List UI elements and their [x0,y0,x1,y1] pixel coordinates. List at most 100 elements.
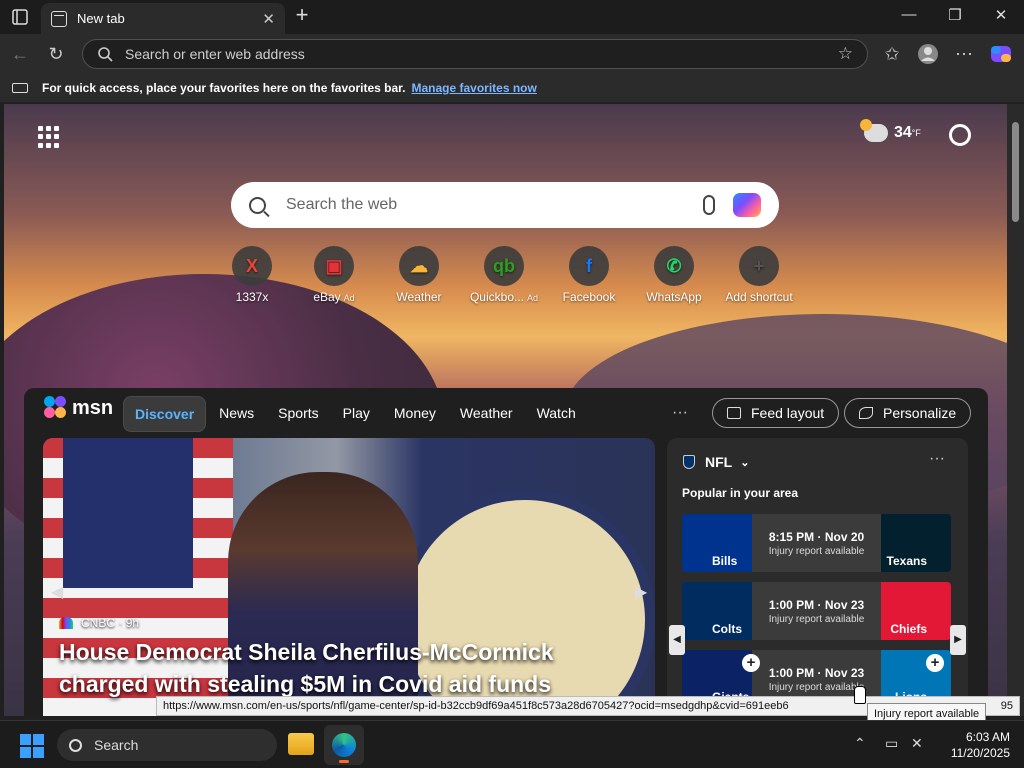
minimize-icon[interactable]: — [895,6,923,28]
shortcut-label: 1337x [235,290,269,304]
network-icon[interactable]: ▭ [885,735,898,752]
msn-logo[interactable]: msn [44,396,113,420]
tab-news[interactable]: News [208,396,265,432]
ad-badge: Ad [343,293,355,303]
favorites-bar-icon [12,83,28,93]
close-tab-icon[interactable]: ✕ [262,10,275,28]
whatsapp-icon: ✆ [654,246,694,286]
games-prev-icon[interactable]: ◀ [669,625,685,655]
msn-butterfly-icon [44,396,68,420]
favorites-icon[interactable]: ✩ [879,41,905,67]
home-team-name: Bills [712,554,738,568]
follow-plus-icon[interactable]: + [926,654,944,672]
refresh-icon[interactable]: ↻ [43,41,69,67]
taskbar: Search ⌃ ▭ ✕ 6:03 AM 11/20/2025 [0,720,1024,768]
shortcut-label: eBay [313,290,341,304]
clock-time: 6:03 AM [965,730,1010,744]
restore-icon[interactable]: ❐ [941,6,969,28]
weather-widget[interactable]: 34 °F [860,119,921,142]
carousel-prev-icon[interactable]: ◀ [47,578,67,608]
scrollbar-thumb[interactable] [1012,122,1019,222]
shortcut-label: Weather [396,290,442,304]
shortcut-tile[interactable]: X 1337x [210,246,294,304]
game-time: 1:00 PM · Nov 23 [768,666,865,680]
shortcut-tile[interactable]: + Add shortcut [717,246,801,304]
volume-muted-icon[interactable]: ✕ [911,735,923,752]
nfl-shield-icon [683,455,695,469]
personalize-button[interactable]: Personalize [844,398,972,428]
new-tab-page: 34 °F Search the web X 1337x ▣ eBay Ad ☁ Weathe… [4,104,1007,716]
sparkle-icon [859,407,873,419]
clock-date: 11/20/2025 [950,746,1010,760]
game-time: 8:15 PM · Nov 20 [768,530,865,544]
tab-discover[interactable]: Discover [123,396,207,432]
tab-play[interactable]: Play [332,396,381,432]
shortcut-tile[interactable]: ✆ WhatsApp [632,246,716,304]
away-team-name: Chiefs [890,622,927,636]
carousel-next-icon[interactable]: ▶ [631,578,651,608]
clock[interactable]: 6:03 AM 11/20/2025 [940,729,1010,761]
nfl-card: NFL ⌄ ··· Popular in your area 8:15 PM ·… [667,438,968,716]
shortcut-tile[interactable]: f Facebook [547,246,631,304]
source-name: CNBC [81,616,116,630]
search-icon [69,738,82,752]
taskbar-search[interactable]: Search [57,729,277,761]
shortcut-label: Add shortcut [725,290,793,304]
weather-cloud-icon: ☁ [399,246,439,286]
address-placeholder: Search or enter web address [125,46,305,62]
follow-plus-icon[interactable]: + [742,654,760,672]
game-time: 1:00 PM · Nov 23 [768,598,865,612]
tab-money[interactable]: Money [383,396,447,432]
status-url-tail: 95 [1000,700,1013,712]
hero-article[interactable]: ◀ ▶ CNBC · 9h House Democrat Sheila Cher… [43,438,655,716]
new-tab-button[interactable]: + [290,4,314,28]
web-search-box[interactable]: Search the web [231,182,779,228]
page-scrollbar[interactable] [1007,104,1024,716]
tab-weather[interactable]: Weather [449,396,524,432]
more-nav-icon[interactable]: ··· [672,404,688,422]
feed-nav: Discover News Sports Play Money Weather Watch [123,396,587,432]
settings-gear-icon[interactable] [949,124,971,146]
close-window-icon[interactable]: ✕ [987,6,1015,28]
tab-watch[interactable]: Watch [526,396,587,432]
copilot-icon[interactable] [988,41,1014,67]
more-options-icon[interactable]: ⋯ [951,41,977,67]
game-row[interactable]: 8:15 PM · Nov 20 Injury report available B… [682,514,951,572]
microphone-icon[interactable] [703,195,715,215]
shortcut-label: Facebook [562,290,616,304]
tab-sports[interactable]: Sports [267,396,329,432]
file-explorer-icon[interactable] [288,733,314,755]
shortcut-tile[interactable]: ▣ eBay Ad [292,246,376,304]
tab-actions-icon[interactable] [8,5,32,29]
game-row[interactable]: 1:00 PM · Nov 23 Injury report available C… [682,582,951,640]
apps-grid-icon[interactable] [38,126,60,148]
back-icon[interactable]: ← [7,41,33,67]
shortcut-tile[interactable]: qb Quickbo... Ad [462,246,546,304]
windows-start-icon[interactable] [20,734,44,758]
address-bar[interactable]: Search or enter web address ☆ [82,39,868,69]
chevron-down-icon: ⌄ [740,456,750,469]
cnbc-logo-icon [59,617,73,629]
games-next-icon[interactable]: ▶ [950,625,966,655]
quickbooks-icon: qb [484,246,524,286]
status-url-text: https://www.msn.com/en-us/sports/nfl/gam… [163,700,789,712]
chevron-up-icon[interactable]: ⌃ [854,735,866,752]
nfl-header[interactable]: NFL ⌄ [683,454,749,470]
1337x-icon: X [232,246,272,286]
taskbar-search-label: Search [94,737,139,753]
article-headline[interactable]: House Democrat Sheila Cherfilus-McCormic… [59,636,639,700]
nfl-title: NFL [705,454,733,470]
tab-new-tab[interactable]: New tab ✕ [41,3,285,34]
favorite-star-icon[interactable]: ☆ [838,44,853,64]
shortcut-tile[interactable]: ☁ Weather [377,246,461,304]
copilot-icon[interactable] [733,193,761,217]
ebay-bag-icon: ▣ [314,246,354,286]
plus-icon: + [739,246,779,286]
profile-avatar[interactable] [915,41,941,67]
nfl-more-icon[interactable]: ··· [929,450,945,468]
facebook-icon: f [569,246,609,286]
edge-icon[interactable] [324,725,364,765]
msn-brand-text: msn [72,396,114,419]
manage-favorites-link[interactable]: Manage favorites now [411,81,536,95]
feed-layout-button[interactable]: Feed layout [712,398,840,428]
